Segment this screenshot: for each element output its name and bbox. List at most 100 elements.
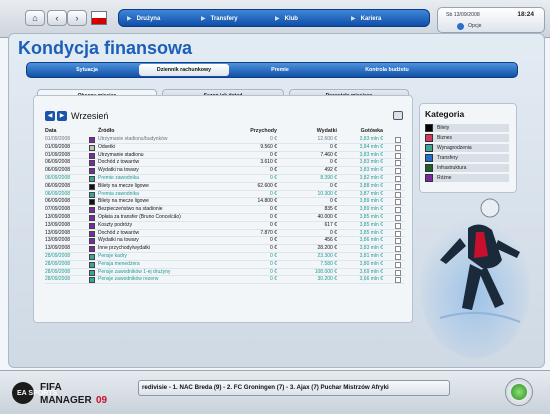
- row-checkbox[interactable]: [395, 253, 401, 260]
- row-source: Premia zawodnika: [98, 190, 139, 197]
- table-row[interactable]: 28/09/2008 Pensja menedżera 0 € 7.580 € 3,80…: [45, 261, 405, 269]
- row-date: 01/09/2008: [45, 151, 71, 158]
- category-item[interactable]: Transfery: [425, 154, 509, 162]
- table-row[interactable]: 06/09/2008 Wydatki na towary 0 € 492 € 3,83 …: [45, 167, 405, 175]
- fifa-manager-logo: EA SPORTS FIFA MANAGER 09: [12, 382, 108, 406]
- table-row[interactable]: 13/09/2008 Opłata za transfer (Bruno Conc…: [45, 214, 405, 222]
- category-swatch: [89, 230, 95, 237]
- menu-item-druzyna[interactable]: ▶ Drużyna: [127, 10, 160, 28]
- table-row[interactable]: 01/09/2008 Utrzymanie stadionu/budynków 0 …: [45, 136, 405, 144]
- row-income: 0 €: [270, 268, 277, 275]
- category-swatch: [89, 199, 95, 206]
- category-label: Biznes: [437, 135, 453, 141]
- options-button[interactable]: Opcje: [468, 23, 482, 29]
- row-checkbox[interactable]: [395, 246, 401, 253]
- header-source[interactable]: Źródło: [98, 128, 114, 134]
- menu-item-kariera[interactable]: ▶ Kariera: [351, 10, 381, 28]
- menu-item-transfery[interactable]: ▶ Transfery: [201, 10, 238, 28]
- category-item[interactable]: Bilety: [425, 124, 509, 132]
- category-swatch: [89, 277, 95, 284]
- row-income: 3.610 €: [260, 159, 277, 166]
- table-row[interactable]: 13/09/2008 Koszty podróży 0 € 617 € 3,85 mln…: [45, 222, 405, 230]
- tab-premie[interactable]: Premie: [237, 64, 323, 76]
- table-row[interactable]: 01/09/2008 Odsetki 9.560 € 0 € 3,84 mln €: [45, 144, 405, 152]
- table-row[interactable]: 06/09/2008 Premie zawodnika 0 € 8.390 € 3,82…: [45, 175, 405, 183]
- table-row[interactable]: 06/09/2008 Premia zawodnika 0 € 10.300 € 3,8…: [45, 191, 405, 199]
- forward-button[interactable]: ›: [67, 10, 87, 26]
- header-cash[interactable]: Gotówka: [361, 128, 383, 134]
- row-income: 9.560 €: [260, 143, 277, 150]
- tab-sytuacja[interactable]: Sytuacja: [41, 64, 133, 76]
- category-color-box: [425, 134, 433, 142]
- table-row[interactable]: 06/09/2008 Dochód z towarów 3.610 € 0 € 3,83…: [45, 159, 405, 168]
- row-expenses: 0 €: [330, 159, 337, 166]
- table-row[interactable]: 13/09/2008 Wydatki na towary 0 € 456 € 3,86 …: [45, 237, 405, 246]
- table-row[interactable]: 01/09/2008 Utrzymanie stadionu 0 € 7.460 € 3…: [45, 152, 405, 160]
- tab-kontrola-budzetu[interactable]: Kontrola budżetu: [331, 64, 443, 76]
- options-icon[interactable]: [457, 23, 464, 30]
- row-source: Odsetki: [98, 143, 115, 150]
- forward-arrow-icon: ›: [75, 13, 79, 23]
- category-swatch: [89, 238, 95, 245]
- table-row[interactable]: 28/09/2008 Pensje kadry 0 € 23.300 € 3,81 ml…: [45, 253, 405, 261]
- row-checkbox[interactable]: [395, 261, 401, 268]
- category-item[interactable]: Infrastruktura: [425, 164, 509, 172]
- next-month-button[interactable]: ▶: [57, 111, 67, 121]
- home-button[interactable]: ⌂: [25, 10, 45, 26]
- row-source: Dochód z towarów: [98, 229, 140, 236]
- row-checkbox[interactable]: [395, 277, 401, 284]
- row-source: Pensja menedżera: [98, 260, 140, 267]
- row-expenses: 7.460 €: [320, 151, 337, 158]
- table-row[interactable]: 06/09/2008 Bilety na mecze ligowe 62.600 €…: [45, 183, 405, 191]
- category-swatch: [89, 175, 95, 182]
- continue-button[interactable]: [505, 378, 533, 406]
- table-row[interactable]: 06/09/2008 Bilety na mecze ligowe 14.800 €…: [45, 198, 405, 207]
- row-income: 0 €: [270, 260, 277, 267]
- category-label: Bilety: [437, 125, 450, 131]
- row-checkbox[interactable]: [395, 238, 401, 245]
- category-item[interactable]: Różne: [425, 174, 509, 182]
- category-swatch: [89, 152, 95, 159]
- category-item[interactable]: Biznes: [425, 134, 509, 142]
- row-checkbox[interactable]: [395, 222, 401, 229]
- row-cash: 3,80 mln €: [359, 260, 383, 267]
- row-checkbox[interactable]: [395, 230, 401, 237]
- row-source: Koszty podróży: [98, 221, 133, 228]
- table-row[interactable]: 28/09/2008 Pensje zawodników rezerw 0 € 30.…: [45, 276, 405, 285]
- row-checkbox[interactable]: [395, 175, 401, 182]
- menu-item-klub[interactable]: ▶ Klub: [275, 10, 298, 28]
- row-checkbox[interactable]: [395, 160, 401, 167]
- row-income: 0 €: [270, 237, 277, 244]
- row-cash: 3,83 mln €: [359, 167, 383, 174]
- row-checkbox[interactable]: [395, 199, 401, 206]
- row-income: 0 €: [270, 276, 277, 283]
- print-icon[interactable]: [393, 111, 403, 120]
- header-income[interactable]: Przychody: [250, 128, 277, 134]
- category-item[interactable]: Wynagrodzenia: [425, 144, 509, 152]
- row-cash: 3,85 mln €: [359, 221, 383, 228]
- table-row[interactable]: 07/09/2008 Bezpieczeństwo na stadionie 0 €…: [45, 206, 405, 214]
- row-checkbox[interactable]: [395, 214, 401, 221]
- row-checkbox[interactable]: [395, 152, 401, 159]
- row-source: Bilety na mecze ligowe: [98, 182, 149, 189]
- prev-month-button[interactable]: ◀: [45, 111, 55, 121]
- player-silhouette-image: [420, 198, 530, 358]
- row-checkbox[interactable]: [395, 183, 401, 190]
- table-row[interactable]: 28/09/2008 Pensje zawodników 1-ej drużyny…: [45, 269, 405, 277]
- row-checkbox[interactable]: [395, 168, 401, 175]
- back-button[interactable]: ‹: [47, 10, 67, 26]
- menu-arrow-icon: ▶: [275, 16, 280, 22]
- row-checkbox[interactable]: [395, 144, 401, 151]
- table-row[interactable]: 13/09/2008 Inne przychody/wydatki 0 € 28.20…: [45, 245, 405, 253]
- row-checkbox[interactable]: [395, 207, 401, 214]
- row-checkbox[interactable]: [395, 269, 401, 276]
- news-ticker[interactable]: redivisie - 1. NAC Breda (9) - 2. FC Gro…: [138, 380, 450, 396]
- header-date[interactable]: Data: [45, 128, 56, 134]
- row-cash: 3,89 mln €: [359, 198, 383, 205]
- row-cash: 3,85 mln €: [359, 213, 383, 220]
- header-expenses[interactable]: Wydatki: [317, 128, 337, 134]
- row-checkbox[interactable]: [395, 137, 401, 143]
- tab-dziennik-rachunkowy[interactable]: Dziennik rachunkowy: [139, 64, 229, 76]
- table-row[interactable]: 13/09/2008 Dochód z towarów 7.870 € 0 € 3,85…: [45, 230, 405, 238]
- row-checkbox[interactable]: [395, 191, 401, 198]
